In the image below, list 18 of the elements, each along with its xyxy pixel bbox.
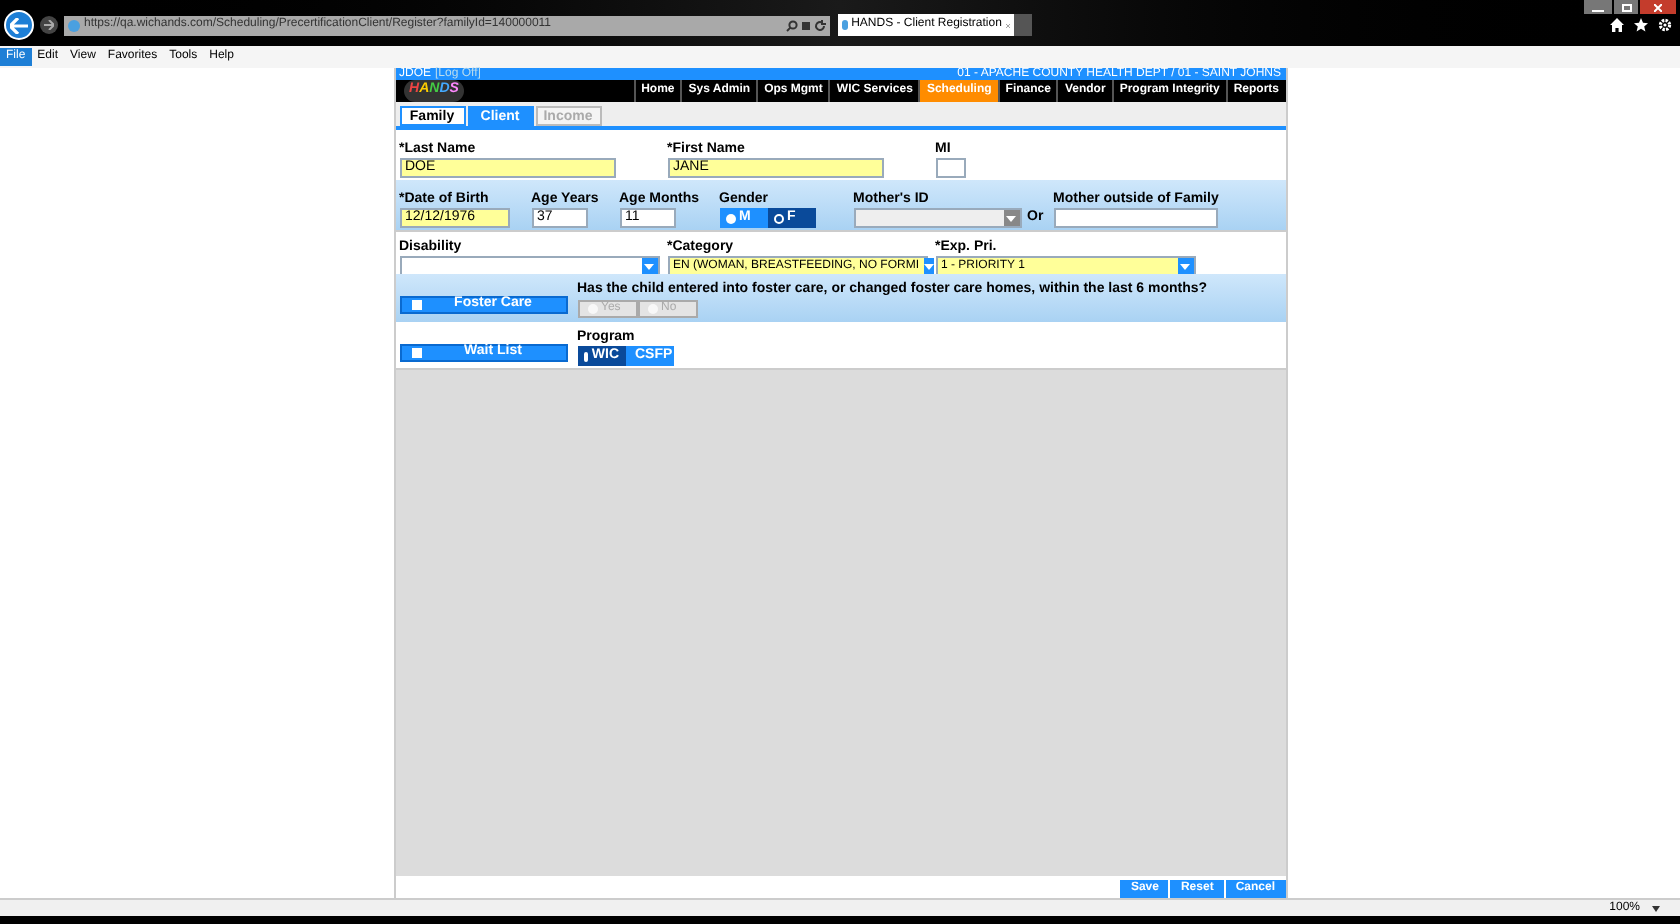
page-icon: [68, 19, 80, 31]
caret-icon[interactable]: [1652, 905, 1660, 911]
disability-select[interactable]: [399, 256, 659, 276]
mi-field[interactable]: [935, 158, 965, 178]
refresh-icon[interactable]: [814, 19, 826, 31]
search-icon[interactable]: [786, 19, 798, 31]
back-icon[interactable]: [4, 10, 34, 40]
home-icon[interactable]: [1610, 18, 1624, 32]
mothers-id-select[interactable]: [853, 208, 1021, 229]
forward-icon[interactable]: [40, 16, 58, 34]
close-icon[interactable]: [1640, 0, 1676, 14]
mother-outside-family-field[interactable]: [1053, 208, 1217, 228]
star-icon[interactable]: [1634, 18, 1648, 32]
page-icon: [842, 20, 848, 30]
minimize-icon[interactable]: [1584, 0, 1612, 14]
settings-icon[interactable]: [1658, 18, 1672, 32]
maximize-icon[interactable]: [1614, 0, 1638, 14]
dropdown-arrow-icon: [1003, 210, 1019, 227]
